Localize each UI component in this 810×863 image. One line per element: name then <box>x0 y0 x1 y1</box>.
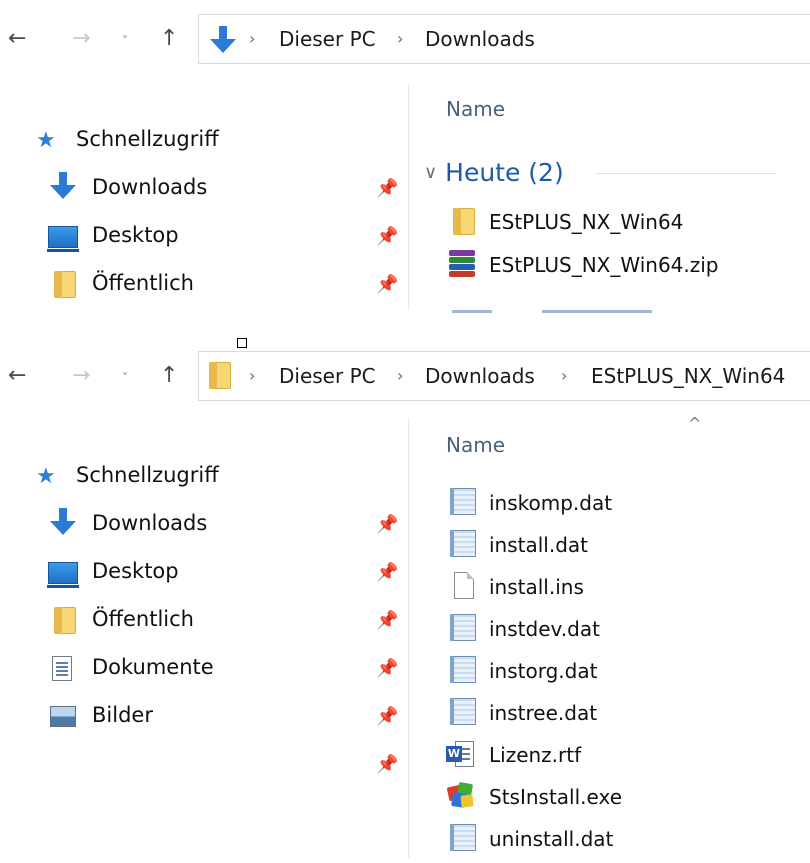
list-item[interactable]: StsInstall.exe <box>489 785 622 809</box>
group-header-heute[interactable]: ∨ Heute (2) <box>424 158 564 187</box>
pin-icon: 📌 <box>376 514 399 535</box>
list-item[interactable]: install.ins <box>489 575 584 599</box>
breadcrumb-separator: › <box>397 366 404 385</box>
desktop-icon <box>47 562 79 588</box>
pin-icon: 📌 <box>376 562 399 583</box>
sidebar-item-schnellzugriff[interactable]: Schnellzugriff <box>76 127 219 151</box>
breadcrumb-separator: › <box>249 366 256 385</box>
sidebar-item-oeffentlich[interactable]: Öffentlich <box>92 271 194 295</box>
sort-ascending-indicator: ^ <box>688 414 702 433</box>
breadcrumb-downloads[interactable]: Downloads <box>425 364 535 388</box>
folder-icon <box>453 208 475 235</box>
dat-file-icon <box>450 614 476 641</box>
folder-icon <box>54 271 76 298</box>
breadcrumb-separator: › <box>249 29 256 48</box>
pin-icon: 📌 <box>376 274 399 295</box>
quick-access-star-icon: ★ <box>36 464 56 489</box>
list-item[interactable]: uninstall.dat <box>489 827 613 851</box>
chevron-down-icon: ∨ <box>424 162 438 183</box>
list-item[interactable]: instdev.dat <box>489 617 600 641</box>
winrar-archive-icon <box>447 248 477 278</box>
sidebar-item-downloads[interactable]: Downloads <box>92 175 207 199</box>
pin-icon: 📌 <box>376 706 399 727</box>
breadcrumb-downloads[interactable]: Downloads <box>425 27 535 51</box>
sidebar-item-oeffentlich[interactable]: Öffentlich <box>92 607 194 631</box>
list-item[interactable]: inskomp.dat <box>489 491 612 515</box>
breadcrumb-separator: › <box>397 29 404 48</box>
back-button[interactable]: ← <box>8 28 26 50</box>
address-bar[interactable]: › Dieser PC › Downloads <box>198 14 810 64</box>
folder-icon <box>209 362 231 389</box>
forward-button[interactable]: → <box>72 28 90 50</box>
back-button[interactable]: ← <box>8 365 26 387</box>
sidebar-item-schnellzugriff[interactable]: Schnellzugriff <box>76 463 219 487</box>
pane-divider <box>408 418 409 858</box>
folder-icon <box>54 607 76 634</box>
list-item[interactable]: EStPLUS_NX_Win64.zip <box>489 253 719 277</box>
pictures-icon <box>50 706 76 727</box>
dat-file-icon <box>450 656 476 683</box>
sidebar-item-desktop[interactable]: Desktop <box>92 559 179 583</box>
pane-divider <box>408 84 409 310</box>
breadcrumb-dieser-pc[interactable]: Dieser PC <box>279 27 376 51</box>
column-header-name[interactable]: Name <box>446 433 505 457</box>
recent-locations-button[interactable]: ˅ <box>122 34 128 48</box>
list-item[interactable]: install.dat <box>489 533 588 557</box>
dat-file-icon <box>450 488 476 515</box>
mouse-cursor-marker <box>237 338 247 348</box>
cut-off-row <box>452 308 682 314</box>
documents-icon <box>52 656 72 681</box>
pin-icon: 📌 <box>376 754 399 775</box>
sidebar-item-downloads[interactable]: Downloads <box>92 511 207 535</box>
pin-icon: 📌 <box>376 178 399 199</box>
pin-icon: 📌 <box>376 658 399 679</box>
sidebar-item-dokumente[interactable]: Dokumente <box>92 655 214 679</box>
breadcrumb-dieser-pc[interactable]: Dieser PC <box>279 364 376 388</box>
address-bar[interactable]: › Dieser PC › Downloads › EStPLUS_NX_Win… <box>198 351 810 401</box>
downloads-icon <box>48 172 78 204</box>
group-label: Heute (2) <box>445 158 564 187</box>
breadcrumb-estplus-nx-win64[interactable]: EStPLUS_NX_Win64 <box>591 364 785 388</box>
dat-file-icon <box>450 530 476 557</box>
list-item[interactable]: instorg.dat <box>489 659 597 683</box>
up-button[interactable]: ↑ <box>160 28 178 50</box>
list-item[interactable]: instree.dat <box>489 701 597 725</box>
quick-access-star-icon: ★ <box>36 128 56 153</box>
pin-icon: 📌 <box>376 226 399 247</box>
forward-button[interactable]: → <box>72 365 90 387</box>
up-button[interactable]: ↑ <box>160 365 178 387</box>
downloads-icon <box>209 24 237 54</box>
recent-locations-button[interactable]: ˅ <box>122 371 128 385</box>
pin-icon: 📌 <box>376 610 399 631</box>
word-document-icon: W <box>446 741 474 767</box>
desktop-icon <box>47 226 79 252</box>
column-header-name[interactable]: Name <box>446 97 505 121</box>
sidebar-item-bilder[interactable]: Bilder <box>92 703 153 727</box>
dat-file-icon <box>450 698 476 725</box>
breadcrumb-separator: › <box>561 366 568 385</box>
installer-exe-icon <box>446 781 474 809</box>
list-item[interactable]: Lizenz.rtf <box>489 743 581 767</box>
downloads-icon <box>48 508 78 540</box>
sidebar-item-desktop[interactable]: Desktop <box>92 223 179 247</box>
group-divider-line <box>596 173 776 174</box>
blank-file-icon <box>454 572 474 599</box>
list-item[interactable]: EStPLUS_NX_Win64 <box>489 210 683 234</box>
dat-file-icon <box>450 824 476 851</box>
